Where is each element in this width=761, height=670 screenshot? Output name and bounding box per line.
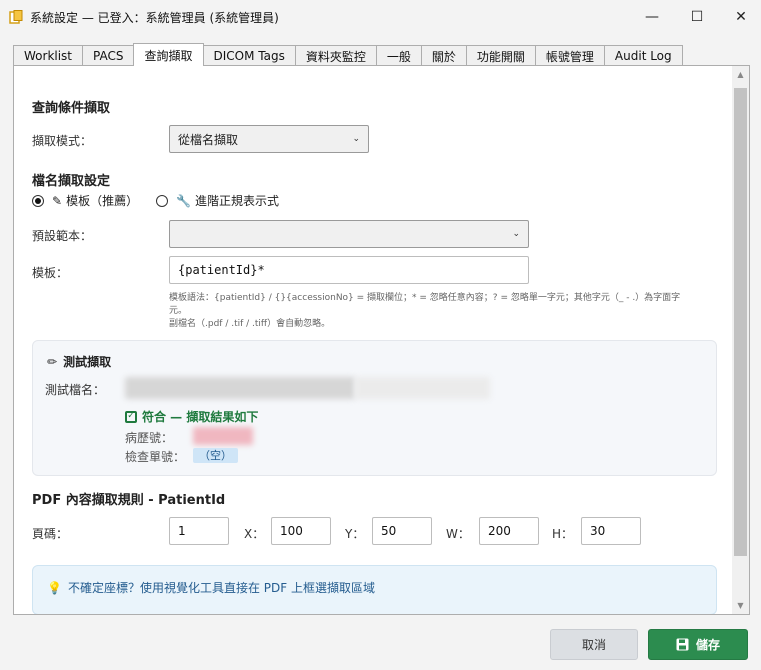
close-button[interactable]: ✕ bbox=[718, 0, 761, 33]
patient-value-redacted bbox=[193, 427, 253, 445]
tab-label: 一般 bbox=[386, 49, 411, 64]
app-icon bbox=[9, 10, 23, 24]
check-icon: ✓ bbox=[125, 410, 137, 423]
info-text: 不確定座標？使用視覺化工具直接在 PDF 上框選擷取區域 bbox=[67, 581, 375, 595]
x-value: 100 bbox=[280, 524, 303, 538]
maximize-icon: ☐ bbox=[690, 8, 704, 25]
tab-dicom-tags[interactable]: DICOM Tags bbox=[202, 45, 296, 66]
tab-about[interactable]: 關於 bbox=[420, 45, 467, 66]
h-input[interactable]: 30 bbox=[581, 517, 641, 545]
template-label: 模板： bbox=[32, 266, 69, 280]
window-title: 系統設定 — 已登入：系統管理員 (系統管理員) bbox=[30, 11, 279, 25]
title-bar: 系統設定 — 已登入：系統管理員 (系統管理員) — ☐ ✕ bbox=[0, 0, 761, 33]
filename-section-title: 檔名擷取設定 bbox=[32, 174, 111, 189]
tab-label: PACS bbox=[93, 49, 124, 63]
cancel-button[interactable]: 取消 bbox=[550, 629, 638, 660]
radio-dot bbox=[156, 194, 169, 207]
dialog-footer: 取消 儲存 bbox=[0, 615, 761, 670]
test-filename-label: 測試檔名： bbox=[45, 383, 106, 397]
scroll-up-icon[interactable]: ▲ bbox=[732, 66, 749, 83]
accession-value-wrap: （空） bbox=[193, 447, 238, 463]
y-input[interactable]: 50 bbox=[372, 517, 432, 545]
maximize-button[interactable]: ☐ bbox=[674, 0, 720, 33]
h-value: 30 bbox=[590, 524, 606, 538]
pencil-icon: ✏ bbox=[47, 354, 58, 369]
minimize-button[interactable]: — bbox=[629, 0, 675, 33]
tab-label: 關於 bbox=[431, 49, 456, 64]
mode-select[interactable]: 從檔名擷取 ⌄ bbox=[169, 125, 369, 153]
hint-line: 副檔名（.pdf / .tif / .tiff）會自動忽略。 bbox=[169, 319, 331, 329]
mode-select-value: 從檔名擷取 bbox=[178, 132, 239, 147]
mode-label: 擷取模式： bbox=[32, 134, 93, 148]
template-hint: 模板語法：{patientId} / {}{accessionNo} = 擷取欄… bbox=[169, 292, 729, 331]
match-result: 符合 — 擷取結果如下 bbox=[142, 410, 259, 424]
close-icon: ✕ bbox=[735, 8, 747, 25]
save-icon bbox=[676, 638, 689, 651]
save-button[interactable]: 儲存 bbox=[648, 629, 748, 660]
x-input[interactable]: 100 bbox=[271, 517, 331, 545]
preset-label: 預設範本： bbox=[32, 229, 93, 243]
scroll-thumb[interactable] bbox=[734, 88, 747, 556]
w-label: W： bbox=[446, 527, 470, 541]
tab-folder-monitor[interactable]: 資料夾監控 bbox=[294, 45, 377, 66]
tab-feature-switches[interactable]: 功能開關 bbox=[465, 45, 536, 66]
scroll-down-icon[interactable]: ▼ bbox=[732, 597, 749, 614]
vertical-scrollbar[interactable]: ▲ ▼ bbox=[732, 66, 749, 614]
patient-label: 病歷號： bbox=[125, 431, 174, 445]
tab-label: 帳號管理 bbox=[545, 49, 594, 64]
hint-line: 模板語法：{patientId} / {}{accessionNo} = 擷取欄… bbox=[169, 293, 681, 303]
template-input[interactable]: {patientId}* bbox=[169, 256, 529, 284]
w-value: 200 bbox=[488, 524, 511, 538]
tab-account-management[interactable]: 帳號管理 bbox=[534, 45, 605, 66]
wrench-icon: 🔧 bbox=[176, 193, 192, 208]
chevron-down-icon: ⌄ bbox=[352, 134, 360, 144]
page-input[interactable]: 1 bbox=[169, 517, 229, 545]
tab-label: Audit Log bbox=[614, 49, 672, 63]
edit-icon: ✎ bbox=[52, 193, 63, 208]
tab-label: 功能開關 bbox=[476, 49, 525, 64]
x-label: X： bbox=[244, 527, 265, 541]
hint-line: 元。 bbox=[169, 306, 188, 316]
page-value: 1 bbox=[178, 524, 186, 538]
radio-dot-selected bbox=[32, 194, 44, 207]
cancel-label: 取消 bbox=[581, 638, 606, 652]
lightbulb-icon: 💡 bbox=[47, 580, 62, 595]
test-extract-box: ✏ 測試擷取 測試檔名： ✓ 符合 — 擷取結果如下 病歷號： 檢查單號： （空… bbox=[32, 340, 717, 476]
y-label: Y： bbox=[345, 527, 365, 541]
y-value: 50 bbox=[381, 524, 397, 538]
page-label: 頁碼： bbox=[32, 527, 69, 541]
tab-label: DICOM Tags bbox=[213, 49, 285, 63]
radio-template-label: 模板（推薦） bbox=[66, 194, 139, 208]
template-input-value: {patientId}* bbox=[178, 263, 265, 277]
radio-regex[interactable]: 🔧 進階正規表示式 bbox=[156, 192, 279, 209]
radio-template[interactable]: ✎ 模板（推薦） bbox=[32, 192, 138, 209]
h-label: H： bbox=[552, 527, 574, 541]
settings-panel: 查詢條件擷取 擷取模式： 從檔名擷取 ⌄ 檔名擷取設定 ✎ 模板（推薦） 🔧 進… bbox=[13, 65, 750, 615]
info-box: 💡 不確定座標？使用視覺化工具直接在 PDF 上框選擷取區域 bbox=[32, 565, 717, 614]
query-section-title: 查詢條件擷取 bbox=[32, 101, 111, 116]
tab-query-extract[interactable]: 查詢擷取 bbox=[133, 43, 204, 66]
tab-label: Worklist bbox=[24, 49, 73, 63]
accession-value: （空） bbox=[193, 448, 238, 463]
test-title: 測試擷取 bbox=[63, 355, 112, 369]
radio-regex-label: 進階正規表示式 bbox=[195, 194, 280, 208]
tab-label: 查詢擷取 bbox=[144, 48, 193, 63]
tab-general[interactable]: 一般 bbox=[375, 45, 422, 66]
save-label: 儲存 bbox=[695, 638, 720, 652]
pdf-section-title: PDF 內容擷取規則 - PatientId bbox=[32, 493, 226, 508]
tab-pacs[interactable]: PACS bbox=[82, 45, 135, 66]
tab-worklist[interactable]: Worklist bbox=[13, 45, 84, 66]
tab-label: 資料夾監控 bbox=[305, 49, 366, 64]
tab-audit-log[interactable]: Audit Log bbox=[603, 45, 683, 66]
minimize-icon: — bbox=[645, 8, 659, 25]
chevron-down-icon: ⌄ bbox=[512, 229, 520, 239]
accession-label: 檢查單號： bbox=[125, 450, 186, 464]
w-input[interactable]: 200 bbox=[479, 517, 539, 545]
test-filename-input[interactable] bbox=[125, 375, 495, 401]
tab-bar: Worklist PACS 查詢擷取 DICOM Tags 資料夾監控 一般 關… bbox=[13, 43, 683, 66]
preset-select[interactable]: ⌄ bbox=[169, 220, 529, 248]
